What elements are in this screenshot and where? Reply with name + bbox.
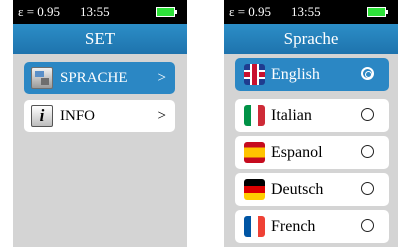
language-option-french[interactable]: French [235, 210, 389, 243]
uk-flag-icon [244, 64, 265, 85]
page-title: Sprache [224, 24, 398, 54]
clock-time: 13:55 [291, 4, 321, 19]
status-bar: ε = 0.95 13:55 [13, 0, 187, 24]
language-option-english[interactable]: English [235, 58, 389, 91]
spain-flag-icon [244, 142, 265, 163]
language-menu-screen: ε = 0.95 13:55 Sprache English Italian E… [224, 0, 398, 247]
germany-flag-icon [244, 179, 265, 200]
status-bar: ε = 0.95 13:55 [224, 0, 398, 24]
chevron-right-icon: > [157, 108, 166, 124]
language-option-espanol[interactable]: Espanol [235, 136, 389, 169]
language-label: English [271, 66, 320, 83]
radio-unselected-icon[interactable] [361, 108, 374, 121]
language-label: Deutsch [271, 181, 324, 198]
info-icon: i [31, 105, 53, 127]
france-flag-icon [244, 216, 265, 237]
battery-icon [156, 7, 177, 17]
emissivity-value: ε = 0.95 [18, 4, 61, 19]
menu-item-label: SPRACHE [60, 70, 128, 86]
language-option-italian[interactable]: Italian [235, 99, 389, 132]
language-label: Espanol [271, 144, 323, 161]
set-menu-screen: ε = 0.95 13:55 SET SPRACHE > i INFO > [13, 0, 187, 247]
clock-time: 13:55 [80, 4, 110, 19]
language-icon [31, 67, 53, 89]
emissivity-value: ε = 0.95 [229, 4, 272, 19]
italy-flag-icon [244, 105, 265, 126]
menu-item-info[interactable]: i INFO > [24, 100, 175, 132]
language-option-deutsch[interactable]: Deutsch [235, 173, 389, 206]
language-label: French [271, 218, 316, 235]
language-label: Italian [271, 107, 312, 124]
menu-item-sprache[interactable]: SPRACHE > [24, 62, 175, 94]
battery-icon [367, 7, 388, 17]
radio-unselected-icon[interactable] [361, 219, 374, 232]
page-title: SET [13, 24, 187, 54]
radio-unselected-icon[interactable] [361, 145, 374, 158]
chevron-right-icon: > [157, 70, 166, 86]
radio-selected-icon[interactable] [361, 67, 374, 80]
menu-item-label: INFO [60, 108, 96, 124]
radio-unselected-icon[interactable] [361, 182, 374, 195]
